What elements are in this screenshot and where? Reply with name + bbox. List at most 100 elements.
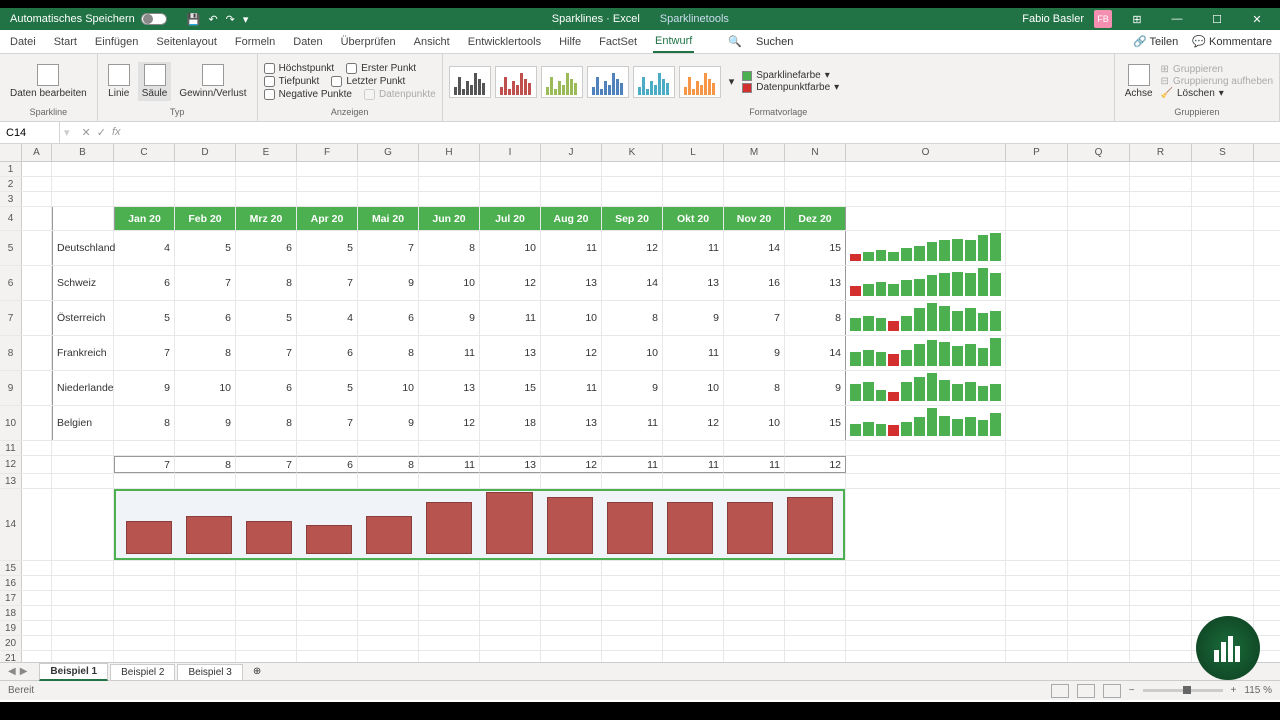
chk-lastpoint[interactable]: Letzter Punkt: [331, 76, 405, 87]
cell[interactable]: 8: [236, 266, 297, 300]
cell[interactable]: [22, 207, 52, 230]
big-sparkline-chart[interactable]: [114, 489, 846, 560]
type-column-button[interactable]: Säule: [138, 62, 172, 101]
cell[interactable]: Jul 20: [480, 207, 541, 230]
cell[interactable]: [1006, 336, 1068, 370]
cell[interactable]: 6: [236, 371, 297, 405]
cell[interactable]: [1192, 207, 1254, 230]
row-header[interactable]: 9: [0, 371, 22, 405]
cell[interactable]: [1130, 651, 1192, 662]
toggle-icon[interactable]: [141, 13, 167, 25]
cell[interactable]: [541, 591, 602, 605]
cell[interactable]: [236, 177, 297, 191]
style-item[interactable]: [587, 66, 629, 98]
col-header[interactable]: E: [236, 144, 297, 161]
cell[interactable]: Aug 20: [541, 207, 602, 230]
cell[interactable]: [22, 406, 52, 440]
cell[interactable]: [663, 606, 724, 620]
row-header[interactable]: 7: [0, 301, 22, 335]
tab-insert[interactable]: Einfügen: [93, 32, 140, 52]
cell[interactable]: Feb 20: [175, 207, 236, 230]
cell[interactable]: [541, 162, 602, 176]
cell[interactable]: [846, 336, 1006, 370]
cell[interactable]: [1068, 441, 1130, 455]
marker-color-button[interactable]: Datenpunktfarbe ▾: [742, 82, 839, 93]
cell[interactable]: Okt 20: [663, 207, 724, 230]
cell[interactable]: [480, 576, 541, 590]
col-header[interactable]: Q: [1068, 144, 1130, 161]
style-item[interactable]: [541, 66, 583, 98]
sheet-tab-3[interactable]: Beispiel 3: [177, 664, 242, 680]
cell[interactable]: [1006, 606, 1068, 620]
style-item[interactable]: [633, 66, 675, 98]
cell[interactable]: 8: [175, 456, 236, 473]
cell[interactable]: [358, 606, 419, 620]
cell[interactable]: [114, 192, 175, 206]
cell[interactable]: [785, 474, 846, 488]
cell[interactable]: Nov 20: [724, 207, 785, 230]
col-header[interactable]: M: [724, 144, 785, 161]
col-header[interactable]: L: [663, 144, 724, 161]
cell[interactable]: [114, 636, 175, 650]
cell[interactable]: [724, 177, 785, 191]
col-header[interactable]: H: [419, 144, 480, 161]
cell[interactable]: [297, 192, 358, 206]
cell[interactable]: 7: [114, 456, 175, 473]
cell[interactable]: [1192, 266, 1254, 300]
cell[interactable]: [846, 576, 1006, 590]
cell[interactable]: 7: [297, 406, 358, 440]
cell[interactable]: [1192, 406, 1254, 440]
row-header[interactable]: 20: [0, 636, 22, 650]
cell[interactable]: [1130, 636, 1192, 650]
share-button[interactable]: 🔗 Teilen: [1133, 35, 1178, 48]
cell[interactable]: [1192, 561, 1254, 575]
cell[interactable]: [297, 561, 358, 575]
cell[interactable]: 6: [236, 231, 297, 265]
tab-developer[interactable]: Entwicklertools: [466, 32, 543, 52]
cell[interactable]: 8: [358, 336, 419, 370]
cell[interactable]: [52, 621, 114, 635]
cell[interactable]: [480, 441, 541, 455]
cell[interactable]: [785, 192, 846, 206]
cell[interactable]: [1006, 441, 1068, 455]
row-header[interactable]: 6: [0, 266, 22, 300]
cell[interactable]: 11: [419, 336, 480, 370]
cell[interactable]: 9: [358, 406, 419, 440]
cell[interactable]: [663, 474, 724, 488]
cell[interactable]: 9: [419, 301, 480, 335]
style-item[interactable]: [449, 66, 491, 98]
cell[interactable]: [419, 192, 480, 206]
cell[interactable]: [724, 162, 785, 176]
cell[interactable]: 5: [236, 301, 297, 335]
cell[interactable]: [52, 651, 114, 662]
type-line-button[interactable]: Linie: [104, 62, 134, 101]
cell[interactable]: 7: [724, 301, 785, 335]
cell[interactable]: [22, 606, 52, 620]
cell[interactable]: 11: [602, 456, 663, 473]
cell[interactable]: [846, 621, 1006, 635]
cell[interactable]: [1006, 192, 1068, 206]
qat-dropdown-icon[interactable]: ▾: [243, 13, 249, 26]
cell[interactable]: [785, 162, 846, 176]
cell[interactable]: [480, 621, 541, 635]
cell[interactable]: [175, 621, 236, 635]
cell[interactable]: [236, 591, 297, 605]
cell[interactable]: [1068, 192, 1130, 206]
cell[interactable]: [52, 441, 114, 455]
cell[interactable]: 7: [175, 266, 236, 300]
chk-lowpoint[interactable]: Tiefpunkt: [264, 76, 320, 87]
cell[interactable]: [785, 441, 846, 455]
cell[interactable]: [1006, 651, 1068, 662]
row-header[interactable]: 5: [0, 231, 22, 265]
normal-view-icon[interactable]: [1051, 684, 1069, 698]
cell[interactable]: [1068, 651, 1130, 662]
cell[interactable]: [22, 301, 52, 335]
cell[interactable]: [297, 576, 358, 590]
cell[interactable]: [22, 489, 52, 560]
cell[interactable]: 5: [114, 301, 175, 335]
cell[interactable]: 8: [419, 231, 480, 265]
cell[interactable]: [114, 474, 175, 488]
row-header[interactable]: 8: [0, 336, 22, 370]
cell[interactable]: [52, 456, 114, 473]
cell[interactable]: [22, 636, 52, 650]
